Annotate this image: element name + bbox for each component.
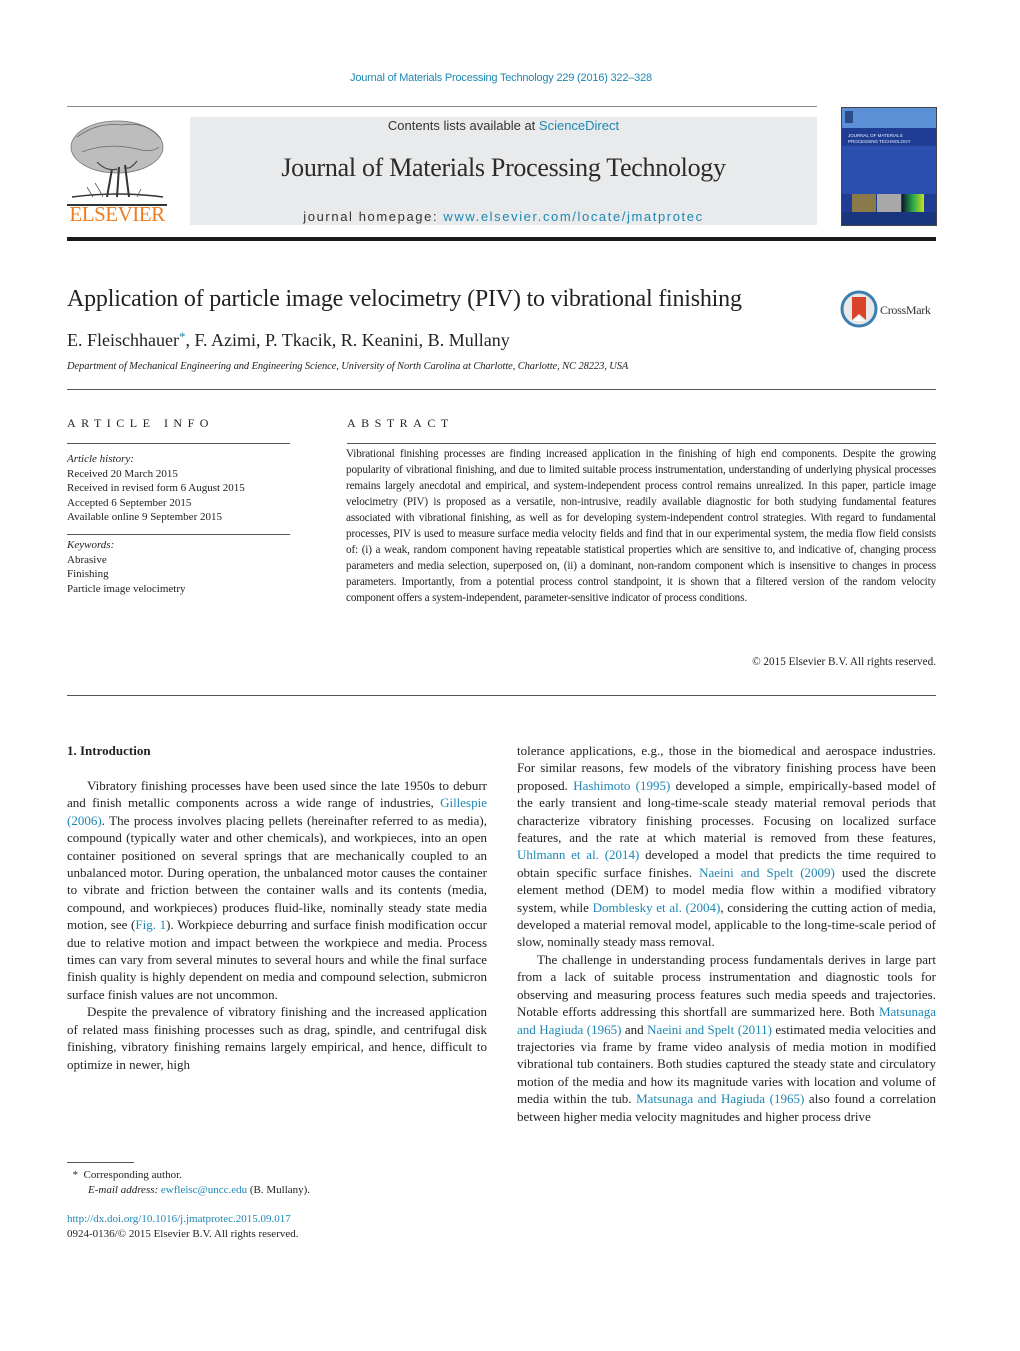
- footnote-divider: [67, 1162, 134, 1163]
- keyword-item: Finishing: [67, 568, 109, 580]
- journal-title: Journal of Materials Processing Technolo…: [281, 153, 726, 182]
- history-online: Available online 9 September 2015: [67, 511, 222, 523]
- citation-link[interactable]: Hashimoto (1995): [573, 778, 670, 793]
- email-label: E-mail address:: [88, 1183, 161, 1196]
- crossmark-label: CrossMark: [880, 303, 931, 317]
- author-list: E. Fleischhauer*, F. Azimi, P. Tkacik, R…: [67, 329, 510, 351]
- contents-available-line: Contents lists available at ScienceDirec…: [190, 118, 817, 133]
- abstract-bottom-divider: [67, 695, 936, 696]
- doi-block: http://dx.doi.org/10.1016/j.jmatprotec.2…: [67, 1212, 299, 1241]
- figure-link[interactable]: Fig. 1: [135, 917, 166, 932]
- paragraph-text: Vibratory finishing processes have been …: [67, 778, 487, 811]
- email-link[interactable]: ewfleisc@uncc.edu: [161, 1184, 247, 1196]
- abstract-divider: [347, 443, 936, 444]
- article-info-heading: ARTICLE INFO: [67, 416, 214, 430]
- cover-photo-2: [877, 194, 901, 212]
- paragraph: Despite the prevalence of vibratory fini…: [67, 1003, 487, 1073]
- journal-homepage-line: journal homepage: www.elsevier.com/locat…: [190, 209, 817, 224]
- citation-link[interactable]: Uhlmann et al. (2014): [517, 847, 639, 862]
- body-column-right: tolerance applications, e.g., those in t…: [517, 742, 936, 1125]
- paragraph-continued: tolerance applications, e.g., those in t…: [517, 742, 936, 951]
- elsevier-logo[interactable]: ELSEVIER: [67, 117, 167, 227]
- paragraph: Vibratory finishing processes have been …: [67, 777, 487, 1003]
- abstract-heading: ABSTRACT: [347, 416, 454, 430]
- author-others: , F. Azimi, P. Tkacik, R. Keanini, B. Mu…: [185, 330, 510, 350]
- cover-logo-icon: [845, 111, 853, 123]
- footnote-star: *: [72, 1169, 79, 1181]
- elsevier-wordmark: ELSEVIER: [69, 202, 165, 226]
- contents-prefix: Contents lists available at: [387, 118, 539, 133]
- author-corresponding[interactable]: E. Fleischhauer: [67, 330, 179, 350]
- paragraph-text: Despite the prevalence of vibratory fini…: [67, 1004, 487, 1072]
- email-suffix: (B. Mullany).: [247, 1183, 311, 1196]
- footnote-corresponding: Corresponding author.: [83, 1169, 182, 1181]
- body-column-left: Vibratory finishing processes have been …: [67, 777, 487, 1073]
- journal-cover-image[interactable]: JOURNAL OF MATERIALS PROCESSING TECHNOLO…: [841, 107, 937, 226]
- cover-mid-band: [842, 146, 936, 194]
- paragraph-text: and: [621, 1021, 648, 1037]
- issn-copyright: 0924-0136/© 2015 Elsevier B.V. All right…: [67, 1227, 299, 1240]
- affiliation-divider: [67, 389, 936, 390]
- footnote-line-1: * Corresponding author.: [67, 1168, 310, 1183]
- journal-homepage-link[interactable]: www.elsevier.com/locate/jmatprotec: [443, 209, 703, 224]
- keyword-item: Abrasive: [67, 553, 107, 566]
- cover-bottom-band: [842, 212, 936, 225]
- history-received: Received 20 March 2015: [67, 467, 178, 480]
- section-heading-introduction: 1. Introduction: [67, 743, 151, 758]
- header-divider: [67, 106, 817, 107]
- article-history-heading: Article history:: [67, 453, 134, 465]
- crossmark-badge[interactable]: CrossMark: [840, 290, 940, 330]
- history-revised: Received in revised form 6 August 2015: [67, 482, 245, 494]
- cover-photo-3: [902, 194, 924, 212]
- keywords-divider: [67, 534, 290, 535]
- citation-link[interactable]: Matsunaga and Hagiuda (1965): [636, 1091, 804, 1106]
- abstract-body: Vibrational finishing processes are find…: [346, 448, 936, 604]
- journal-masthead: Contents lists available at ScienceDirec…: [190, 117, 817, 225]
- history-accepted: Accepted 6 September 2015: [67, 496, 192, 509]
- crossmark-icon: [840, 290, 878, 328]
- cover-photo-1: [852, 194, 876, 212]
- keyword-item: Particle image velocimetry: [67, 582, 186, 595]
- keywords: Keywords: Abrasive Finishing Particle im…: [67, 538, 186, 596]
- homepage-prefix: journal homepage:: [303, 209, 444, 224]
- citation-link[interactable]: Naeini and Spelt (2011): [647, 1022, 772, 1037]
- paragraph-text: . The process involves placing pellets (…: [67, 812, 487, 933]
- cover-title: JOURNAL OF MATERIALS PROCESSING TECHNOLO…: [848, 133, 911, 144]
- elsevier-tree-icon: [70, 120, 164, 198]
- citation-link[interactable]: Domblesky et al. (2004): [593, 900, 721, 915]
- paragraph-text: The challenge in understanding process f…: [517, 951, 936, 1020]
- article-title: Application of particle image velocimetr…: [67, 286, 742, 312]
- citation-link[interactable]: Naeini and Spelt (2009): [699, 865, 835, 880]
- journal-reference-link[interactable]: Journal of Materials Processing Technolo…: [0, 72, 1002, 84]
- article-info-divider: [67, 443, 290, 444]
- header-thick-divider: [67, 237, 936, 241]
- sciencedirect-link[interactable]: ScienceDirect: [539, 118, 619, 133]
- paragraph: The challenge in understanding process f…: [517, 951, 936, 1125]
- corresponding-author-footnote: * Corresponding author. E-mail address: …: [67, 1168, 311, 1198]
- article-history: Article history: Received 20 March 2015 …: [67, 452, 245, 525]
- footnote-line-2: E-mail address: ewfleisc@uncc.edu (B. Mu…: [67, 1183, 310, 1198]
- keywords-heading: Keywords:: [67, 539, 115, 551]
- cover-top-band: [842, 108, 936, 128]
- doi-link[interactable]: http://dx.doi.org/10.1016/j.jmatprotec.2…: [67, 1213, 291, 1225]
- abstract-copyright: © 2015 Elsevier B.V. All rights reserved…: [752, 656, 936, 668]
- author-affiliation: Department of Mechanical Engineering and…: [67, 361, 629, 372]
